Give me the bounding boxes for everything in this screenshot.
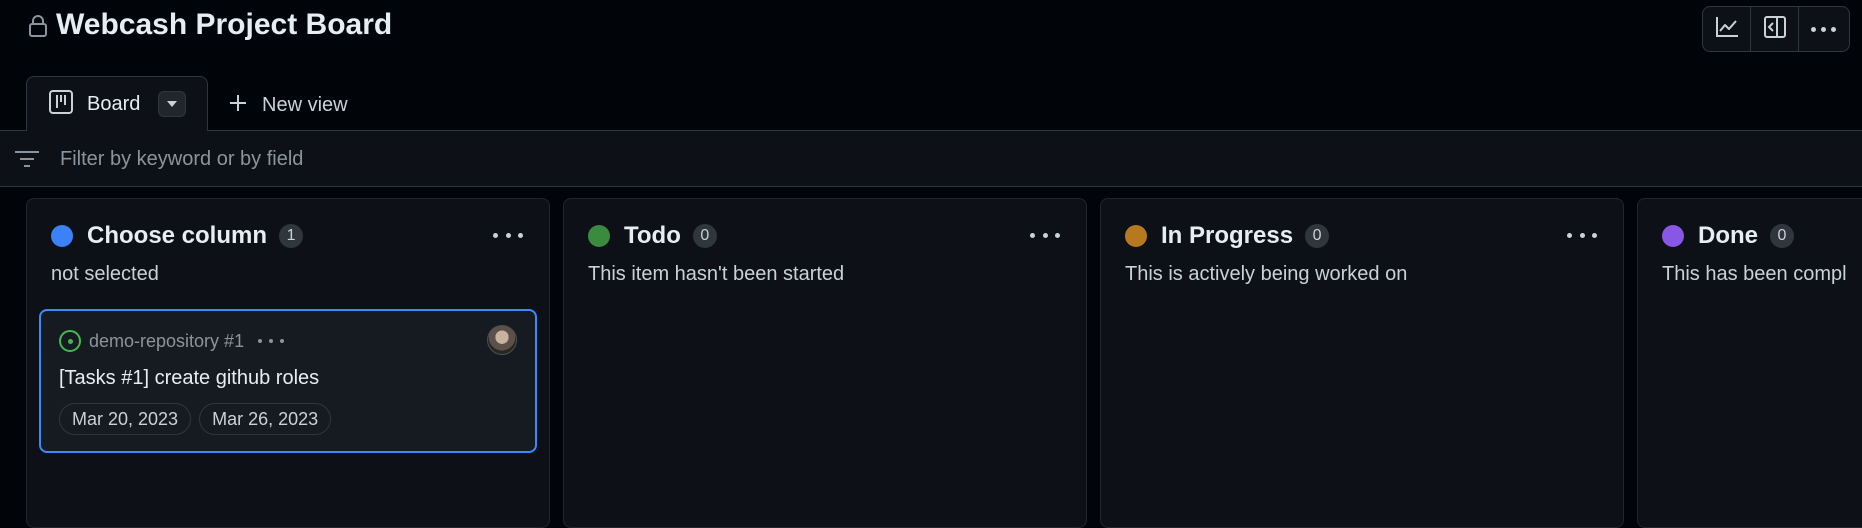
column-done: Done 0 This has been compl xyxy=(1637,198,1862,528)
column-header: Done 0 xyxy=(1662,221,1794,251)
card-menu-button[interactable] xyxy=(258,336,285,346)
column-description: not selected xyxy=(51,263,159,285)
side-panel-button[interactable] xyxy=(1751,7,1799,51)
insights-chart-icon xyxy=(1715,16,1739,43)
column-description: This has been compl xyxy=(1662,263,1847,285)
card-repository[interactable]: demo-repository #1 xyxy=(89,331,244,352)
card-title[interactable]: [Tasks #1] create github roles xyxy=(59,367,319,390)
tab-board[interactable]: Board xyxy=(26,76,208,131)
column-header: Choose column 1 xyxy=(51,221,304,251)
filter-bar xyxy=(0,130,1862,187)
column-menu-button[interactable] xyxy=(493,227,523,243)
column-color-dot xyxy=(1662,225,1684,247)
issue-card[interactable]: demo-repository #1 [Tasks #1] create git… xyxy=(39,309,537,453)
column-color-dot xyxy=(1125,225,1147,247)
lock-icon xyxy=(28,14,48,38)
end-date-chip: Mar 26, 2023 xyxy=(199,403,332,435)
column-count-badge: 0 xyxy=(692,224,717,248)
column-color-dot xyxy=(51,225,73,247)
new-view-label: New view xyxy=(262,93,348,116)
column-in-progress: In Progress 0 This is actively being wor… xyxy=(1100,198,1624,528)
card-fields: Mar 20, 2023 Mar 26, 2023 xyxy=(59,403,339,435)
view-options-button[interactable] xyxy=(158,91,187,117)
column-count-badge: 1 xyxy=(279,224,304,248)
insights-button[interactable] xyxy=(1703,7,1751,51)
column-title: In Progress xyxy=(1161,222,1294,249)
start-date-chip: Mar 20, 2023 xyxy=(59,403,192,435)
column-title: Choose column xyxy=(87,222,268,249)
new-view-button[interactable]: New view xyxy=(228,90,348,120)
column-choose-column: Choose column 1 not selected demo-reposi… xyxy=(26,198,550,528)
column-description: This is actively being worked on xyxy=(1125,263,1408,285)
column-menu-button[interactable] xyxy=(1567,227,1597,243)
column-menu-button[interactable] xyxy=(1030,227,1060,243)
column-count-badge: 0 xyxy=(1305,224,1330,248)
column-todo: Todo 0 This item hasn't been started xyxy=(563,198,1087,528)
column-count-badge: 0 xyxy=(1770,224,1794,248)
issue-opened-icon xyxy=(59,330,81,352)
triangle-down-icon xyxy=(166,95,178,113)
project-menu-button[interactable] xyxy=(1799,7,1847,51)
kebab-menu-icon xyxy=(1810,26,1836,32)
side-panel-icon xyxy=(1763,15,1786,43)
column-description: This item hasn't been started xyxy=(588,263,845,285)
project-board-icon xyxy=(49,89,73,119)
column-title: Todo xyxy=(624,222,681,249)
assignee-avatar[interactable] xyxy=(487,325,517,355)
column-header: Todo 0 xyxy=(588,221,717,251)
filter-input[interactable] xyxy=(60,141,960,177)
header-toolbar xyxy=(1702,6,1850,52)
plus-icon xyxy=(228,93,248,118)
column-header: In Progress 0 xyxy=(1125,221,1330,251)
tab-board-label: Board xyxy=(87,92,141,115)
page-header: Webcash Project Board xyxy=(0,0,1862,60)
column-color-dot xyxy=(588,225,610,247)
page-title: Webcash Project Board xyxy=(56,8,393,41)
filter-icon[interactable] xyxy=(14,149,40,174)
column-title: Done xyxy=(1698,222,1758,249)
